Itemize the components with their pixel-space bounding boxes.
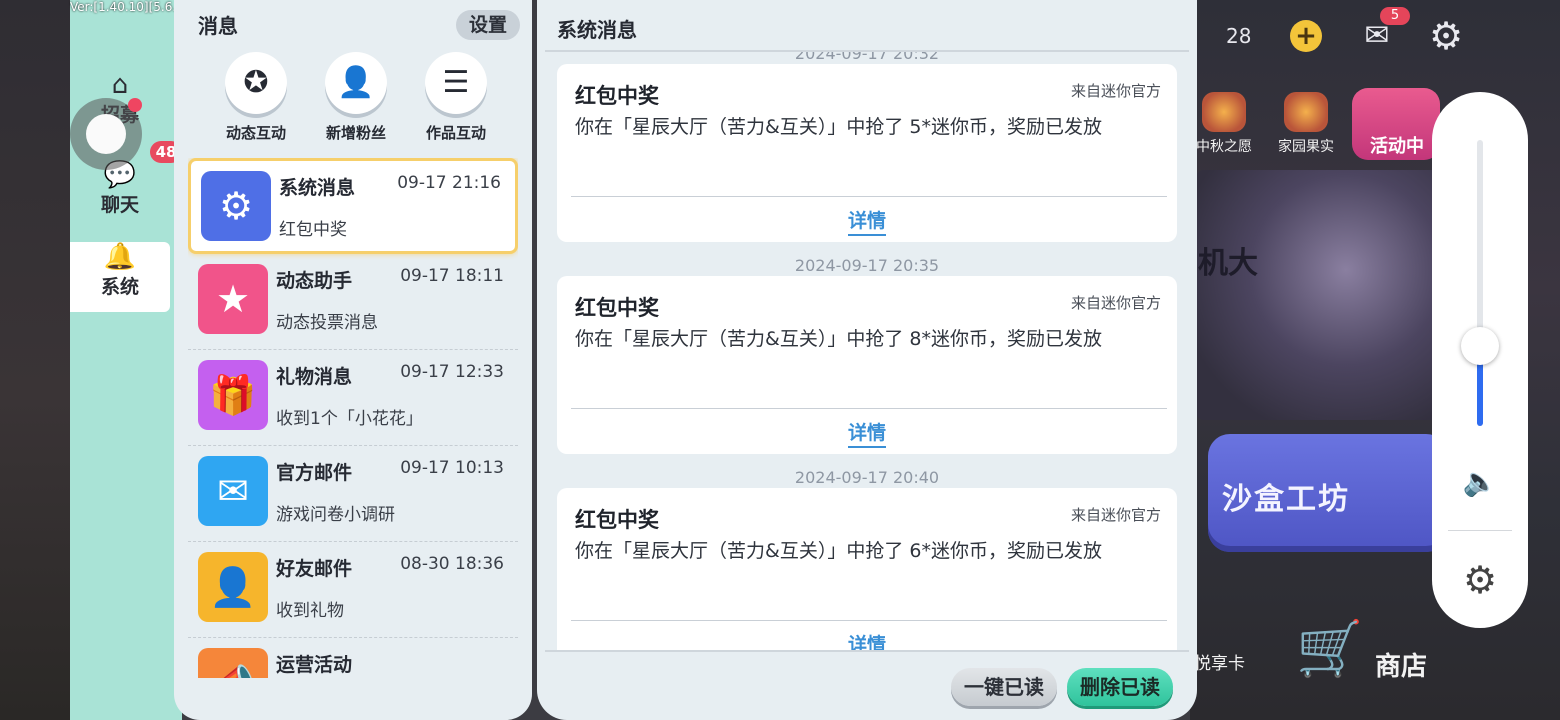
event-label: 中秋之愿 — [1196, 139, 1252, 155]
notice-date: 2024-09-17 20:40 — [794, 468, 940, 487]
quick-action-label: 新增粉丝 — [325, 124, 386, 142]
event-banner[interactable] — [1196, 170, 1446, 420]
volume-slider-handle[interactable] — [1461, 327, 1499, 365]
message-name: 官方邮件 — [276, 462, 353, 484]
envelope-icon: ✉ — [198, 456, 268, 526]
notice-source: 来自迷你官方 — [1070, 294, 1161, 312]
details-link[interactable]: 详情 — [847, 422, 886, 448]
notice-card: 红包中奖 来自迷你官方 你在「星辰大厅（苦力&互关）」中抢了 6*迷你币，奖励已… — [557, 488, 1177, 650]
star-badge-icon: ✪ — [225, 52, 287, 114]
quick-action-label: 动态互动 — [225, 124, 286, 142]
new-follower-icon: 👤 — [325, 52, 387, 114]
message-preview: 游戏问卷小调研 — [276, 505, 395, 525]
add-coins-button[interactable]: + — [1290, 20, 1322, 52]
list-item[interactable]: 🎁 礼物消息 09-17 12:33 收到1个「小花花」 — [188, 350, 518, 446]
nav-item-label: 系统 — [100, 276, 139, 298]
message-time: 09-17 12:33 — [400, 362, 504, 382]
message-name: 礼物消息 — [276, 366, 353, 388]
notice-title: 红包中奖 — [575, 84, 659, 108]
divider — [571, 620, 1167, 621]
notice-body: 你在「星辰大厅（苦力&互关）」中抢了 6*迷你币，奖励已发放 — [575, 540, 1102, 562]
volume-panel: 🔈 ⚙ — [1432, 92, 1528, 628]
friend-mail-icon: 👤 — [198, 552, 268, 622]
detail-title: 系统消息 — [557, 18, 637, 42]
message-name: 运营活动 — [276, 654, 353, 676]
megaphone-icon: 📣 — [198, 648, 268, 678]
message-name: 动态助手 — [276, 270, 353, 292]
bookmark-icon: ★ — [198, 264, 268, 334]
notice-body: 你在「星辰大厅（苦力&互关）」中抢了 8*迷你币，奖励已发放 — [575, 328, 1102, 350]
event-label: 家园果实 — [1278, 139, 1334, 155]
mid-autumn-icon — [1202, 92, 1246, 132]
message-detail-panel: 系统消息 2024-09-17 20:32 红包中奖 来自迷你官方 你在「星辰大… — [537, 0, 1197, 720]
message-time: 09-17 18:11 — [400, 266, 504, 286]
list-item[interactable]: 📣 运营活动 — [188, 638, 518, 678]
panel-title: 消息 — [198, 14, 238, 38]
notice-title: 红包中奖 — [575, 296, 659, 320]
notice-card: 红包中奖 来自迷你官方 你在「星辰大厅（苦力&互关）」中抢了 8*迷你币，奖励已… — [557, 276, 1177, 454]
gear-icon[interactable]: ⚙ — [1424, 14, 1468, 58]
fruit-icon — [1284, 92, 1328, 132]
vip-card-label[interactable]: 悦享卡 — [1194, 650, 1284, 678]
details-link[interactable]: 详情 — [847, 634, 886, 650]
cart-icon[interactable]: 🛒 — [1296, 614, 1366, 684]
nav-item-chat[interactable]: 💬 聊天 — [70, 160, 170, 230]
coin-count: 28 — [1226, 24, 1252, 48]
speaker-icon[interactable]: 🔈 — [1462, 464, 1498, 500]
notice-card: 红包中奖 来自迷你官方 你在「星辰大厅（苦力&互关）」中抢了 5*迷你币，奖励已… — [557, 64, 1177, 242]
quick-action-new-followers[interactable]: 👤 新增粉丝 — [314, 52, 398, 143]
message-list-panel: 消息 设置 ✪ 动态互动 👤 新增粉丝 ☰ 作品互动 ⚙ 系统消息 09-17 … — [174, 0, 532, 720]
mail-badge: 5 — [1380, 7, 1410, 25]
message-time: 09-17 10:13 — [400, 458, 504, 478]
game-background-left — [0, 0, 70, 720]
message-name: 好友邮件 — [276, 558, 353, 580]
notice-source: 来自迷你官方 — [1070, 506, 1161, 524]
gift-icon: 🎁 — [198, 360, 268, 430]
quick-action-feed-interaction[interactable]: ✪ 动态互动 — [214, 52, 298, 143]
sandbox-workshop-label: 沙盒工坊 — [1222, 482, 1350, 517]
divider — [1448, 530, 1512, 531]
message-preview: 红包中奖 — [279, 220, 347, 240]
gear-icon[interactable]: ⚙ — [1458, 558, 1502, 602]
message-time: 09-17 21:16 — [397, 173, 501, 193]
list-item[interactable]: ★ 动态助手 09-17 18:11 动态投票消息 — [188, 254, 518, 350]
notice-scroll-area[interactable]: 2024-09-17 20:32 红包中奖 来自迷你官方 你在「星辰大厅（苦力&… — [557, 52, 1177, 650]
notice-title: 红包中奖 — [575, 508, 659, 532]
notice-source: 来自迷你官方 — [1070, 82, 1161, 100]
gear-icon: ⚙ — [201, 171, 271, 241]
message-preview: 收到1个「小花花」 — [276, 409, 423, 429]
notice-body: 你在「星辰大厅（苦力&互关）」中抢了 5*迷你币，奖励已发放 — [575, 116, 1102, 138]
nav-item-label: 聊天 — [100, 194, 139, 216]
list-item[interactable]: 👤 好友邮件 08-30 18:36 收到礼物 — [188, 542, 518, 638]
bell-icon: 🔔 — [103, 242, 137, 272]
divider — [571, 196, 1167, 197]
list-item[interactable]: ⚙ 系统消息 09-17 21:16 红包中奖 — [188, 158, 518, 254]
recruit-unread-dot — [128, 98, 142, 112]
divider — [545, 650, 1189, 652]
notice-date: 2024-09-17 20:32 — [794, 52, 940, 63]
mark-all-read-button[interactable]: 一键已读 — [951, 668, 1057, 706]
message-list: ⚙ 系统消息 09-17 21:16 红包中奖 ★ 动态助手 09-17 18:… — [188, 158, 518, 678]
details-link[interactable]: 详情 — [847, 210, 886, 236]
nav-item-system[interactable]: 🔔 系统 — [70, 242, 170, 312]
event-fruit[interactable]: 家园果实 — [1272, 92, 1340, 156]
settings-button[interactable]: 设置 — [456, 10, 520, 40]
event-banner-text: 机大 — [1198, 246, 1258, 281]
message-preview: 收到礼物 — [276, 601, 344, 621]
message-name: 系统消息 — [279, 177, 356, 199]
notice-date: 2024-09-17 20:35 — [794, 256, 940, 275]
quick-action-work-interaction[interactable]: ☰ 作品互动 — [414, 52, 498, 143]
message-preview: 动态投票消息 — [276, 313, 378, 333]
list-icon: ☰ — [425, 52, 487, 114]
shop-label[interactable]: 商店 — [1375, 646, 1427, 683]
message-time: 08-30 18:36 — [400, 554, 504, 574]
divider — [571, 408, 1167, 409]
active-event-button[interactable]: 活动中 — [1352, 88, 1440, 160]
delete-read-button[interactable]: 删除已读 — [1067, 668, 1173, 706]
home-icon: ⌂ — [111, 70, 129, 100]
list-item[interactable]: ✉ 官方邮件 09-17 10:13 游戏问卷小调研 — [188, 446, 518, 542]
quick-action-label: 作品互动 — [425, 124, 486, 142]
event-mid-autumn[interactable]: 中秋之愿 — [1190, 92, 1258, 156]
